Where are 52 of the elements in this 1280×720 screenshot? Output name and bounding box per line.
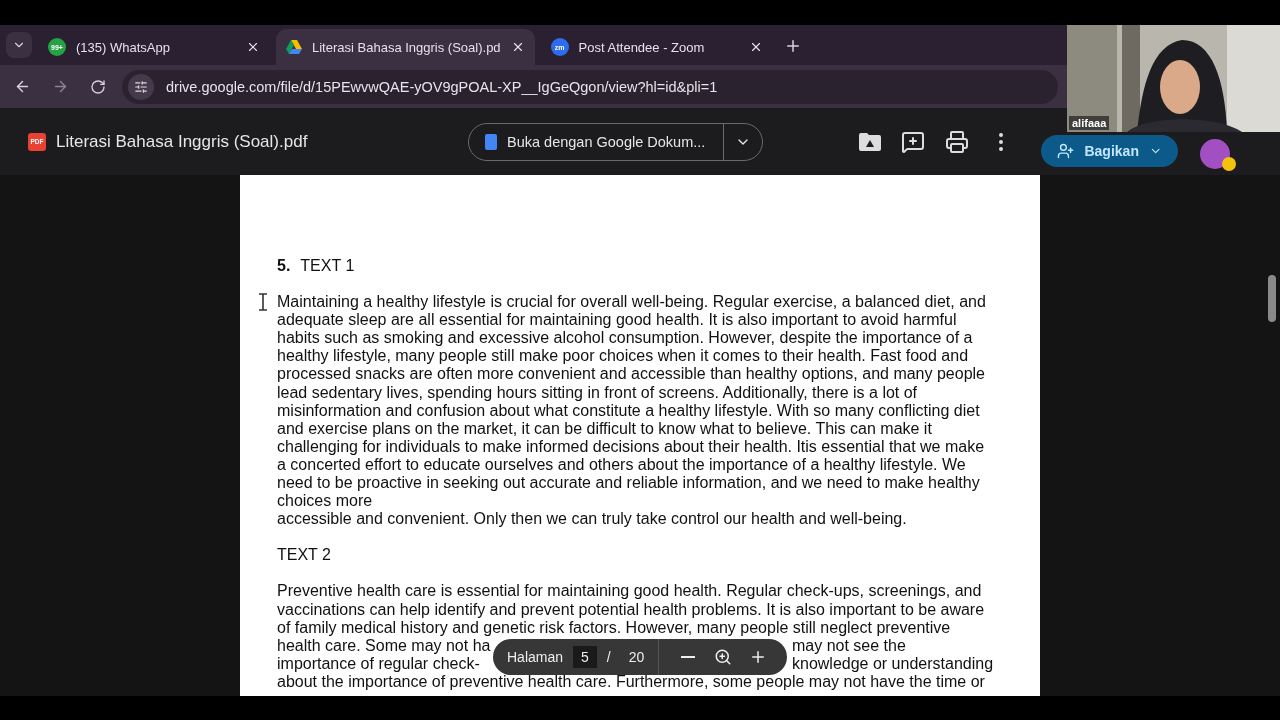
warning-icon bbox=[1222, 157, 1237, 171]
address-bar[interactable]: drive.google.com/file/d/15PEwvwQAE-yOV9gPOAL-XP__IgGeQgon/view?hl=id&pli=1 bbox=[122, 69, 1058, 104]
text-line: vaccinations can help identify and prevent potential health problems. It is also important to be aware bbox=[277, 600, 986, 619]
text-line: lead sedentary lives, spending hours sitting in front of screens. Additionally, there is a lot of bbox=[277, 383, 919, 402]
browser-tab[interactable]: Literasi Bahasa Inggris (Soal).pd bbox=[276, 29, 535, 65]
text-line: accessible and convenient. Only then we can truly take control our health and well-being. bbox=[277, 510, 908, 529]
reload-icon bbox=[90, 78, 106, 95]
text-line: a concerted effort to educate ourselves and others about the importance of a healthy lifestyle. We bbox=[277, 455, 967, 475]
text-line: healthy lifestyle, many people still make poor choices when it comes to their health. Fast food and bbox=[277, 347, 970, 366]
print-icon[interactable] bbox=[945, 129, 970, 154]
page-total: 20 bbox=[628, 649, 645, 665]
text-line: about the importance of preventive health care. Furthermore, some people may not have the time or bbox=[277, 672, 986, 691]
zoom-icon bbox=[714, 648, 733, 666]
text-line: need to be proactive in seeking out accurate and reliable information, and we need to make healthy bbox=[277, 474, 981, 493]
tab-title: Literasi Bahasa Inggris (Soal).pd bbox=[312, 39, 501, 55]
text-cursor-icon bbox=[258, 293, 268, 311]
page-number-field[interactable]: 5 bbox=[573, 646, 597, 668]
text-line: Preventive health care is essential for maintaining good health. Regular check-ups, screenings, and bbox=[277, 582, 983, 601]
site-settings-icon[interactable] bbox=[128, 73, 154, 100]
text-line: of family medical history and genetic risk factors. However, many people still neglect preventive bbox=[277, 618, 952, 637]
text-line: adequate sleep are all essential for maintaining good health. It is also important to avoid harmful bbox=[277, 311, 958, 330]
text-line: and exercise plans on the market, it can be difficult to know what to believe. This can make it bbox=[277, 419, 933, 438]
participant-name: alifaaa bbox=[1069, 116, 1110, 130]
text-line: Maintaining a healthy lifestyle is crucial for overall well-being. Regular exercise, a balanced diet, and bbox=[277, 293, 987, 312]
text-line: health care. Some may not ha bbox=[277, 636, 492, 655]
avatar[interactable] bbox=[1200, 139, 1231, 169]
open-with-button[interactable]: Buka dengan Google Dokum... bbox=[469, 123, 725, 160]
section-heading: 5. TEXT 1 bbox=[277, 257, 356, 276]
text-line: importance of regular check- bbox=[277, 654, 481, 673]
text-line: misinformation and confusion about what constitute a healthy lifestyle. With so many conflicting diet bbox=[277, 401, 981, 420]
text-line: may not see the bbox=[792, 636, 906, 655]
tab-title: (135) WhatsApp bbox=[76, 39, 171, 55]
section-heading: TEXT 2 bbox=[277, 546, 332, 565]
tab-list-button[interactable] bbox=[6, 32, 32, 58]
drive-folder-icon[interactable] bbox=[859, 132, 882, 151]
tab-title: Post Attendee - Zoom bbox=[578, 39, 706, 55]
document-icon bbox=[485, 133, 497, 150]
text-line: habits such as smoking and excessive alcohol consumption. However, despite the importance of a bbox=[277, 329, 974, 348]
share-button[interactable]: Bagikan bbox=[1041, 135, 1179, 167]
text-line: choices more bbox=[277, 492, 374, 511]
minus-icon bbox=[680, 656, 695, 658]
text-line: processed snacks are often more convenient and accessible than healthy options, and many people bbox=[277, 365, 986, 384]
close-icon[interactable] bbox=[246, 40, 260, 54]
drive-icon bbox=[286, 40, 302, 54]
add-comment-icon[interactable] bbox=[901, 129, 926, 154]
file-name: Literasi Bahasa Inggris (Soal).pdf bbox=[56, 131, 309, 152]
text-line: challenging for individuals to make informed decisions about their health. Itis essential that we make bbox=[277, 437, 986, 456]
person-plus-icon bbox=[1057, 142, 1075, 160]
scrollbar-thumb[interactable] bbox=[1268, 275, 1276, 322]
page-separator: / bbox=[606, 649, 611, 665]
text-line: knowledge or understanding bbox=[792, 654, 994, 673]
page-label: Halaman bbox=[507, 649, 564, 665]
